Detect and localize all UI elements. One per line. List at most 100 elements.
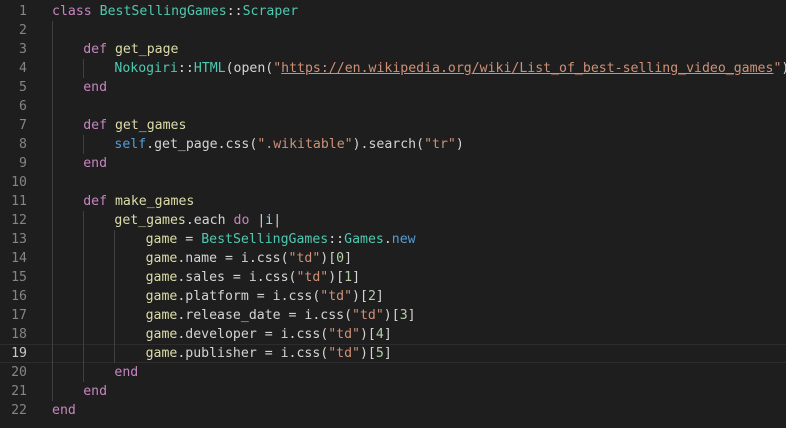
code-text: self.get_page.css(".wikitable").search("… <box>114 135 463 154</box>
code-line[interactable]: 4 Nokogiri::HTML(open("https://en.wikiped… <box>0 59 786 78</box>
code-text: end <box>83 154 107 173</box>
code-token: :: <box>177 61 194 76</box>
code-token: def <box>83 42 108 57</box>
code-token: 2 <box>367 289 376 304</box>
code-token: BestSellingGames <box>99 4 227 19</box>
indent-guide <box>83 59 85 78</box>
code-token: ".wikitable" <box>257 137 353 152</box>
line-number: 13 <box>11 232 27 247</box>
code-token: class <box>52 4 92 19</box>
code-token: | <box>249 213 266 228</box>
code-token: )[ <box>359 346 376 361</box>
line-number: 8 <box>19 137 27 152</box>
indent-guide <box>114 249 116 268</box>
indent-guide <box>114 268 116 287</box>
indent-guide <box>52 78 53 97</box>
code-line[interactable]: 12 get_games.each do |i| <box>0 211 786 230</box>
code-token: (open( <box>225 61 274 76</box>
code-token: get_games <box>114 213 186 228</box>
code-token: end <box>114 365 139 380</box>
code-token: :: <box>226 4 243 19</box>
indent-guide <box>83 211 85 230</box>
code-text: game.developer = i.css("td")[4] <box>146 325 392 344</box>
code-line[interactable]: 7 def get_games <box>0 116 786 135</box>
indent-guide <box>114 306 116 325</box>
code-line[interactable]: 17 game.release_date = i.css("td")[3] <box>0 306 786 325</box>
code-token: "tr" <box>424 137 456 152</box>
code-token: def <box>83 194 108 209</box>
indent-guide <box>83 230 85 249</box>
indent-guide <box>114 325 116 344</box>
code-text: game.publisher = i.css("td")[5] <box>146 344 392 363</box>
code-token: game <box>145 327 178 342</box>
indent-guide <box>52 40 53 59</box>
indent-guide <box>52 173 53 192</box>
code-line[interactable]: 6 <box>0 97 786 116</box>
indent-guide <box>83 363 85 382</box>
indent-guide <box>52 21 53 40</box>
code-text: game.platform = i.css("td")[2] <box>146 287 384 306</box>
code-token: "td" <box>288 251 321 266</box>
code-token: ] <box>383 346 392 361</box>
indent-guide <box>52 363 53 382</box>
code-text: game.sales = i.css("td")[1] <box>146 268 360 287</box>
code-line[interactable]: 3 def get_page <box>0 40 786 59</box>
code-token: "td" <box>328 346 360 361</box>
code-line[interactable]: 18 game.developer = i.css("td")[4] <box>0 325 786 344</box>
code-token: 5 <box>375 346 384 361</box>
line-number: 4 <box>19 61 27 76</box>
indent-guide <box>52 135 53 154</box>
indent-guide <box>114 287 116 306</box>
indent-guide <box>52 268 53 287</box>
code-line[interactable]: 8 self.get_page.css(".wikitable").search(… <box>0 135 786 154</box>
code-line[interactable]: 16 game.platform = i.css("td")[2] <box>0 287 786 306</box>
code-token: )[ <box>383 308 400 323</box>
line-number: 10 <box>11 175 27 190</box>
code-token: game <box>145 232 178 247</box>
code-token: ] <box>375 289 384 304</box>
code-token: Nokogiri <box>114 61 178 76</box>
code-line[interactable]: 14 game.name = i.css("td")[0] <box>0 249 786 268</box>
code-token: 3 <box>399 308 408 323</box>
code-line[interactable]: 5 end <box>0 78 786 97</box>
code-token: = <box>177 232 202 247</box>
indent-guide <box>114 344 116 363</box>
indent-guide <box>114 230 116 249</box>
line-number: 1 <box>19 4 27 19</box>
code-line[interactable]: 2 <box>0 21 786 40</box>
code-line[interactable]: 1 class BestSellingGames::Scraper <box>0 2 786 21</box>
indent-guide <box>52 97 53 116</box>
code-line[interactable]: 19 game.publisher = i.css("td")[5] <box>0 344 786 363</box>
code-line[interactable]: 9 end <box>0 154 786 173</box>
code-token: "td" <box>320 289 353 304</box>
code-line[interactable]: 15 game.sales = i.css("td")[1] <box>0 268 786 287</box>
code-token: self <box>114 137 147 152</box>
line-number: 16 <box>11 289 27 304</box>
line-number: 15 <box>11 270 27 285</box>
code-line[interactable]: 21 end <box>0 382 786 401</box>
indent-guide <box>83 306 85 325</box>
code-token: end <box>52 403 76 418</box>
code-token: get_page <box>114 42 179 57</box>
indent-guide <box>52 344 53 363</box>
indent-guide <box>83 287 85 306</box>
line-number: 17 <box>11 308 27 323</box>
code-line[interactable]: 20 end <box>0 363 786 382</box>
code-editor[interactable]: 1 class BestSellingGames::Scraper 2 3 def ge… <box>0 0 786 428</box>
indent-guide <box>52 382 53 401</box>
code-line[interactable]: 13 game = BestSellingGames::Games.new <box>0 230 786 249</box>
code-token: game <box>145 270 178 285</box>
code-token: end <box>83 156 108 171</box>
code-line[interactable]: 22 end <box>0 401 786 420</box>
code-text: def get_games <box>83 116 186 135</box>
code-token: BestSellingGames <box>201 232 329 247</box>
line-number: 2 <box>19 23 27 38</box>
line-number: 12 <box>11 213 27 228</box>
code-token: "td" <box>328 327 360 342</box>
code-line[interactable]: 11 def make_games <box>0 192 786 211</box>
code-token: end <box>83 80 108 95</box>
code-text: end <box>83 382 107 401</box>
code-line[interactable]: 10 <box>0 173 786 192</box>
code-token: game <box>145 346 178 361</box>
